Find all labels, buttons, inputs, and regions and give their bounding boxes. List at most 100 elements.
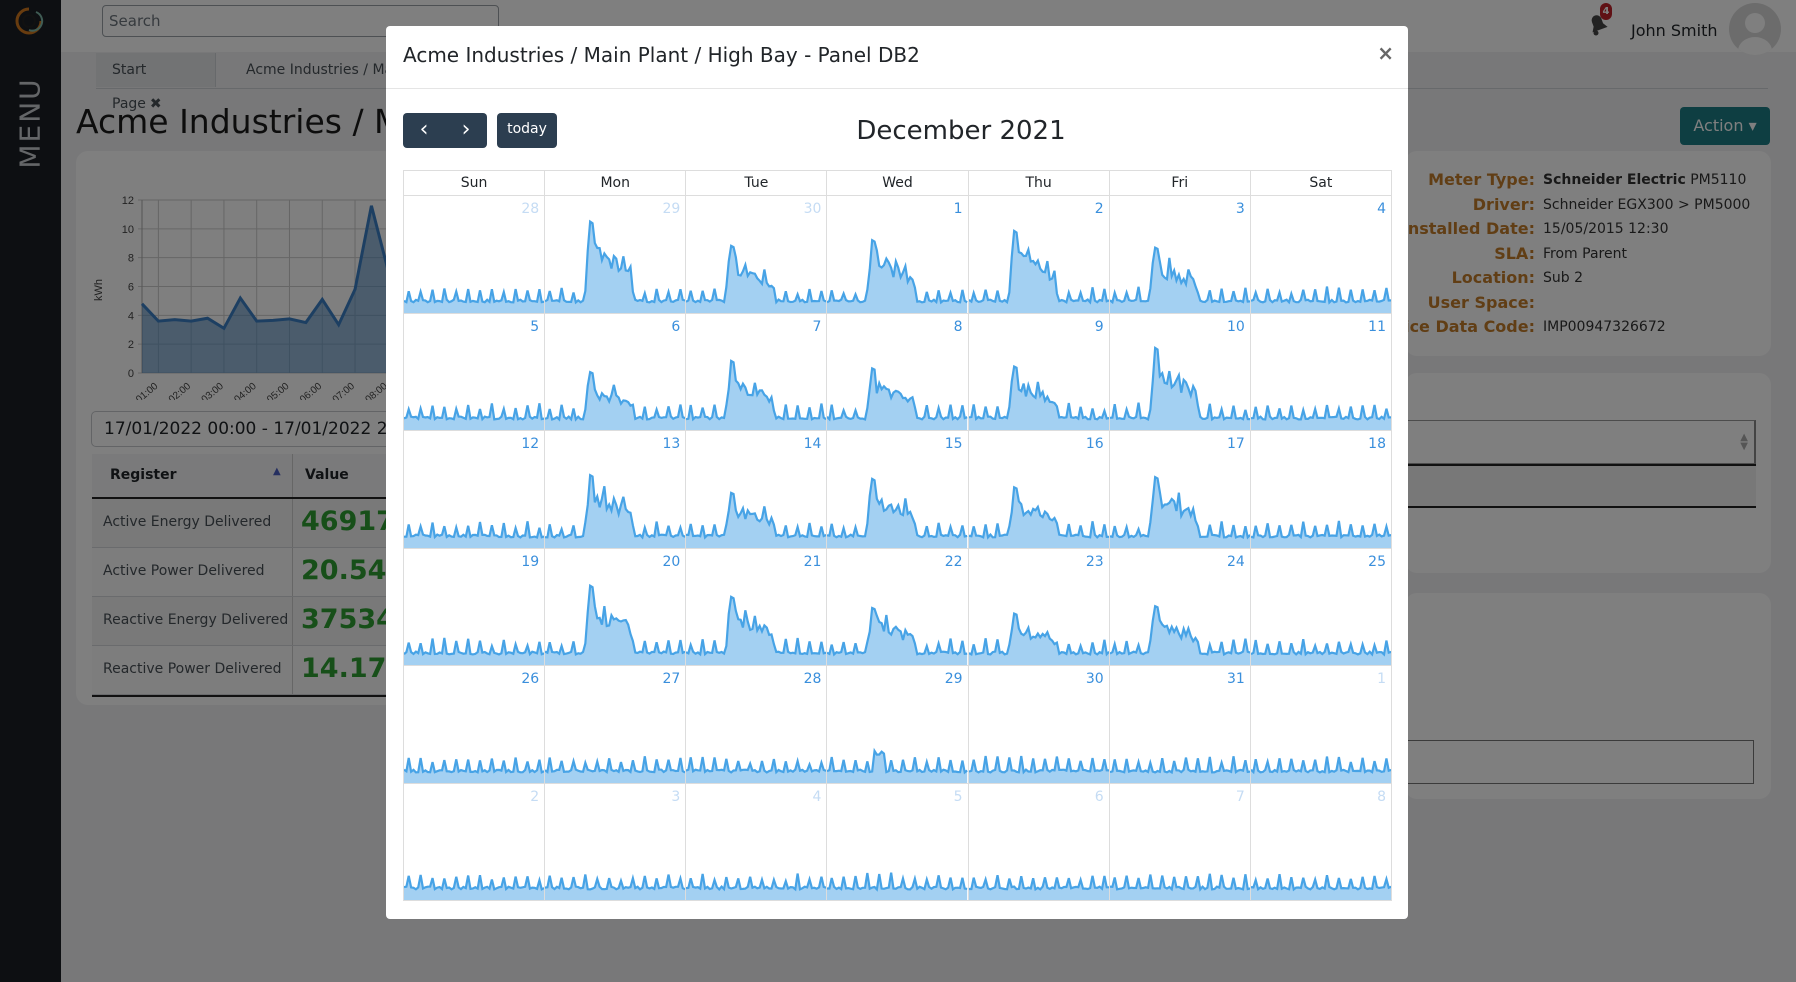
calendar-day-cell[interactable]: 18 [1249,431,1391,548]
calendar-grid: Sun Mon Tue Wed Thu Fri Sat 28 29 30 1 2 3 4 5 6 7 8 9 10 1… [403,170,1392,901]
day-usage-sparkline [827,565,968,665]
sparkline-line [969,875,1109,889]
calendar-day-cell[interactable]: 28 [685,666,827,783]
day-usage-sparkline [686,213,827,313]
day-usage-sparkline [968,683,1109,783]
day-usage-sparkline [1109,565,1250,665]
calendar-day-cell[interactable]: 22 [826,548,968,665]
calendar-day-cell[interactable]: 21 [685,548,827,665]
day-usage-sparkline [545,565,686,665]
calendar-day-cell[interactable]: 26 [404,666,545,783]
day-usage-sparkline [1109,800,1250,900]
calendar-day-cell[interactable]: 3 [1108,196,1250,313]
day-usage-sparkline [968,800,1109,900]
calendar-day-cell[interactable]: 24 [1108,548,1250,665]
calendar-day-cell[interactable]: 20 [544,548,686,665]
sparkline-area [827,368,968,430]
day-usage-sparkline [1250,800,1391,900]
calendar-day-cell[interactable]: 23 [967,548,1109,665]
calendar-day-cell[interactable]: 2 [404,784,545,900]
day-usage-sparkline [404,448,545,548]
calendar-day-cell[interactable]: 28 [404,196,545,313]
calendar-day-cell[interactable]: 19 [404,549,545,665]
calendar-day-cell[interactable]: 29 [826,666,968,783]
sparkline-line [1251,639,1391,654]
sparkline-line [686,757,826,772]
calendar-week-row: 2345678 [403,783,1392,901]
sparkline-area [827,872,968,900]
sparkline-line [1251,286,1391,302]
calendar-day-cell[interactable]: 9 [967,313,1109,430]
sparkline-area [545,221,686,313]
sparkline-area [968,366,1109,430]
calendar-week-row: 26 27 28 29 30 31 1 [403,666,1392,784]
calendar-day-cell[interactable]: 25 [1249,548,1391,665]
day-usage-sparkline [1109,330,1250,430]
calendar-day-cell[interactable]: 7 [685,313,827,430]
calendar-day-cell[interactable]: 10 [1108,313,1250,430]
calendar-day-cell[interactable]: 4 [685,783,827,900]
calendar-day-cell[interactable]: 27 [544,666,686,783]
day-usage-sparkline [545,683,686,783]
day-usage-sparkline [1250,448,1391,548]
day-usage-sparkline [1250,213,1391,313]
today-button[interactable]: today [497,113,557,148]
day-usage-sparkline [1250,565,1391,665]
day-usage-sparkline [686,565,827,665]
calendar-day-cell[interactable]: 11 [1249,313,1391,430]
weekday-header: Mon [544,171,685,195]
sparkline-line [1110,756,1250,772]
calendar-day-cell[interactable]: 8 [1249,783,1391,900]
prev-month-button[interactable]: ‹ [403,113,445,148]
calendar-day-cell[interactable]: 29 [544,196,686,313]
sparkline-line [1110,874,1250,890]
calendar-day-cell[interactable]: 6 [967,783,1109,900]
day-usage-sparkline [404,565,545,665]
calendar-day-cell[interactable]: 7 [1108,783,1250,900]
sparkline-line [1251,756,1391,772]
calendar-day-cell[interactable]: 3 [544,783,686,900]
calendar-day-cell[interactable]: 17 [1108,431,1250,548]
day-usage-sparkline [686,800,827,900]
modal-header: Acme Industries / Main Plant / High Bay … [386,26,1408,89]
calendar-day-cell[interactable]: 31 [1108,666,1250,783]
sparkline-line [404,757,544,772]
calendar-day-cell[interactable]: 16 [967,431,1109,548]
calendar-day-cell[interactable]: 12 [404,431,545,548]
calendar-day-cell[interactable]: 30 [967,666,1109,783]
calendar-day-cell[interactable]: 5 [826,783,968,900]
weekday-header: Sat [1249,171,1391,195]
day-usage-sparkline [545,800,686,900]
close-button[interactable]: × [1377,43,1394,63]
day-usage-sparkline [827,800,968,900]
weekday-header: Sun [460,175,488,191]
next-month-button[interactable]: › [445,113,487,148]
calendar-day-cell[interactable]: 5 [404,314,545,430]
calendar-day-cell[interactable]: 1 [1249,666,1391,783]
calendar-day-cell[interactable]: 4 [1249,196,1391,313]
calendar-week-row: 28 29 30 1 2 3 4 [403,196,1392,314]
day-usage-sparkline [545,448,686,548]
calendar-day-cell[interactable]: 1 [826,196,968,313]
sparkline-area [1109,755,1250,783]
modal-title: Acme Industries / Main Plant / High Bay … [403,43,920,67]
nav-button-group: ‹ › [403,113,487,148]
day-usage-sparkline [968,330,1109,430]
calendar-modal: Acme Industries / Main Plant / High Bay … [386,26,1408,919]
day-usage-sparkline [968,448,1109,548]
day-usage-sparkline [686,448,827,548]
calendar-day-cell[interactable]: 14 [685,431,827,548]
calendar-day-cell[interactable]: 30 [685,196,827,313]
calendar-day-cell[interactable]: 8 [826,313,968,430]
calendar-day-cell[interactable]: 2 [967,196,1109,313]
day-usage-sparkline [827,448,968,548]
sparkline-line [404,638,544,655]
calendar-day-cell[interactable]: 13 [544,431,686,548]
day-usage-sparkline [968,213,1109,313]
day-usage-sparkline [1109,683,1250,783]
calendar-day-cell[interactable]: 15 [826,431,968,548]
day-usage-sparkline [1250,683,1391,783]
calendar-week-row: 5 6 7 8 9 10 11 [403,313,1392,431]
sparkline-area [545,372,686,430]
calendar-day-cell[interactable]: 6 [544,313,686,430]
